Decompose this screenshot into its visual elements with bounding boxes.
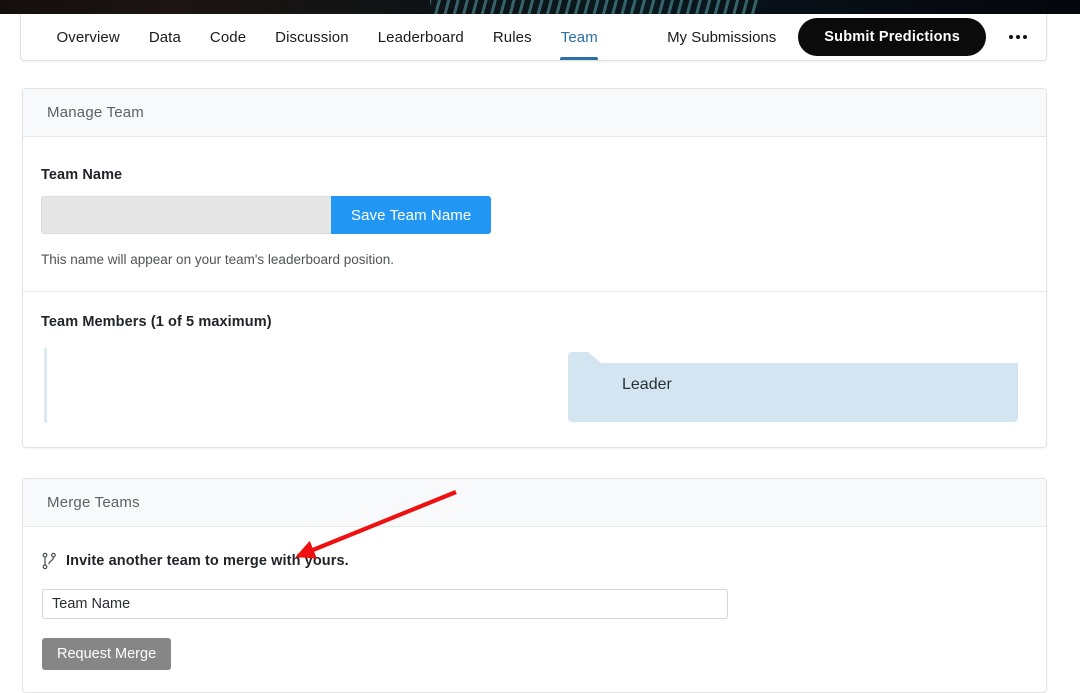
- tab-code-label: Code: [209, 28, 247, 46]
- manage-team-card-header: Manage Team: [23, 89, 1046, 137]
- kebab-horizontal-icon[interactable]: [1004, 23, 1032, 51]
- tab-team[interactable]: Team: [546, 14, 612, 60]
- manage-team-title: Manage Team: [47, 104, 144, 121]
- tab-rules[interactable]: Rules: [478, 14, 546, 60]
- merge-team-name-input[interactable]: [42, 589, 728, 619]
- nav-tab-list: Overview Data Code Discussion Leaderboar…: [21, 14, 612, 60]
- save-team-name-button[interactable]: Save Team Name: [331, 196, 492, 234]
- request-merge-button[interactable]: Request Merge: [42, 638, 172, 670]
- team-member-role-label: Leader: [622, 376, 672, 393]
- team-name-label: Team Name: [41, 167, 123, 183]
- tab-overview-label: Overview: [56, 28, 120, 46]
- competition-nav-bar: Overview Data Code Discussion Leaderboar…: [20, 14, 1047, 61]
- kebab-dot-1: [1009, 35, 1013, 39]
- tab-code[interactable]: Code: [195, 14, 260, 60]
- my-submissions-link[interactable]: My Submissions: [667, 29, 776, 46]
- tab-data-label: Data: [148, 28, 181, 46]
- manage-team-section-divider: [23, 291, 1046, 292]
- merge-teams-card: Merge Teams: [22, 478, 1047, 693]
- merge-invite-text: Invite another team to merge with yours.: [66, 553, 349, 569]
- banner-right-gradient: [760, 0, 1080, 14]
- tab-data[interactable]: Data: [134, 14, 195, 60]
- submit-predictions-button[interactable]: Submit Predictions: [798, 18, 986, 56]
- merge-teams-title: Merge Teams: [47, 494, 140, 511]
- kebab-dot-3: [1023, 35, 1027, 39]
- git-fork-icon: [42, 552, 56, 570]
- team-name-input[interactable]: [41, 196, 331, 234]
- merge-invite-row: Invite another team to merge with yours.: [42, 552, 349, 570]
- tab-rules-label: Rules: [492, 28, 532, 46]
- competition-hero-banner: [0, 0, 1080, 14]
- merge-teams-card-header: Merge Teams: [23, 479, 1046, 527]
- team-name-help-text: This name will appear on your team's lea…: [41, 252, 395, 267]
- team-members-label: Team Members (1 of 5 maximum): [41, 314, 272, 330]
- tab-leaderboard[interactable]: Leaderboard: [363, 14, 478, 60]
- tab-leaderboard-label: Leaderboard: [377, 28, 464, 46]
- banner-left-gradient: [0, 0, 430, 14]
- nav-actions: My Submissions Submit Predictions: [667, 18, 1046, 56]
- team-member-accent-bar: [44, 348, 47, 423]
- team-name-row: Save Team Name: [41, 196, 492, 234]
- tab-discussion[interactable]: Discussion: [261, 14, 364, 60]
- tab-overview[interactable]: Overview: [42, 14, 134, 60]
- tab-discussion-label: Discussion: [275, 28, 349, 46]
- tab-team-label: Team: [560, 28, 598, 46]
- kebab-dot-2: [1016, 35, 1020, 39]
